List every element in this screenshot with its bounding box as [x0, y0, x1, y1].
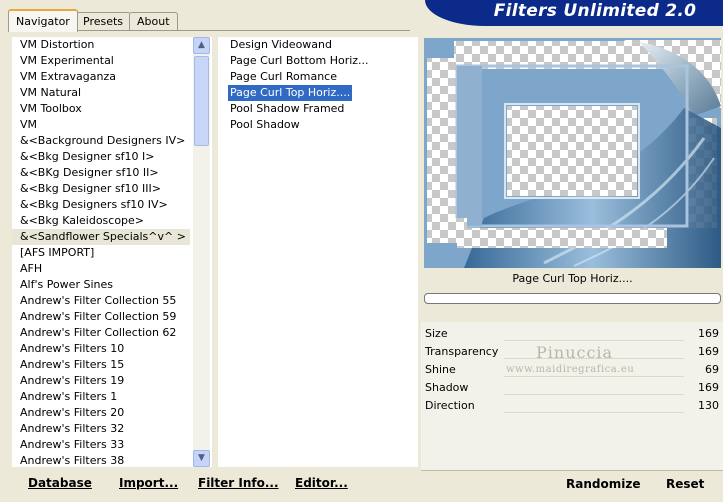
filter-info-button[interactable]: Filter Info... [198, 476, 279, 490]
parameter-value: 130 [698, 399, 719, 412]
category-item[interactable]: Andrew's Filters 15 [12, 357, 124, 373]
category-item[interactable]: Andrew's Filter Collection 59 [12, 309, 176, 325]
reset-button[interactable]: Reset [666, 477, 704, 491]
preview-image [424, 38, 721, 268]
tab-about[interactable]: About [129, 12, 178, 30]
parameter-value: 169 [698, 345, 719, 358]
scroll-down-button[interactable]: ▼ [193, 450, 210, 467]
category-item[interactable]: Alf's Power Sines [12, 277, 113, 293]
parameter-name: Direction [425, 399, 475, 412]
progress-bar [424, 293, 721, 304]
scroll-up-button[interactable]: ▲ [193, 37, 210, 54]
category-item[interactable]: AFH [12, 261, 42, 277]
watermark-site: www.maidiregrafica.eu [506, 364, 635, 375]
category-list[interactable]: VM Distortion VM Experimental VM Extravaga… [12, 37, 212, 467]
parameter-name: Shine [425, 363, 456, 376]
category-item[interactable]: &<Background Designers IV> [12, 133, 185, 149]
category-item[interactable]: [AFS IMPORT] [12, 245, 94, 261]
preview-filter-name: Page Curl Top Horiz.... [512, 272, 633, 285]
parameter-slider-size[interactable]: Size 169 [424, 326, 721, 342]
category-item[interactable]: Andrew's Filters 20 [12, 405, 124, 421]
editor-button[interactable]: Editor... [295, 476, 348, 490]
category-item[interactable]: VM Experimental [12, 53, 114, 69]
category-item[interactable]: &<Sandflower Specials^v^ > [12, 229, 190, 245]
category-item[interactable]: &<BKg Designer sf10 II> [12, 165, 159, 181]
category-item[interactable]: VM Extravaganza [12, 69, 116, 85]
filter-item[interactable]: Pool Shadow [228, 117, 302, 133]
category-item[interactable]: Andrew's Filters 38 [12, 453, 124, 467]
parameter-value: 169 [698, 381, 719, 394]
parameter-slider-shadow[interactable]: Shadow 169 [424, 380, 721, 396]
slider-track[interactable] [504, 394, 684, 395]
scrollbar-thumb[interactable] [194, 56, 209, 146]
category-item[interactable]: VM Toolbox [12, 101, 82, 117]
parameter-name: Shadow [425, 381, 469, 394]
category-item[interactable]: VM Distortion [12, 37, 94, 53]
filter-item[interactable]: Page Curl Romance [228, 69, 339, 85]
import-button[interactable]: Import... [119, 476, 178, 490]
filter-list[interactable]: Design Videowand Page Curl Bottom Horiz..… [218, 37, 418, 467]
filter-item[interactable]: Pool Shadow Framed [228, 101, 346, 117]
parameter-name: Transparency [425, 345, 499, 358]
parameter-value: 169 [698, 327, 719, 340]
watermark-name: Pinuccia [536, 343, 614, 362]
page-curl-preview-graphic [424, 38, 721, 268]
slider-track[interactable] [504, 376, 684, 377]
parameter-value: 69 [705, 363, 719, 376]
tab-navigator[interactable]: Navigator [8, 9, 78, 32]
parameter-slider-direction[interactable]: Direction 130 [424, 398, 721, 414]
tab-presets[interactable]: Presets [75, 12, 132, 30]
database-button[interactable]: Database [28, 476, 92, 490]
app-title: Filters Unlimited 2.0 [493, 1, 697, 21]
category-item[interactable]: &<Bkg Kaleidoscope> [12, 213, 144, 229]
parameter-name: Size [425, 327, 448, 340]
category-item[interactable]: Andrew's Filters 32 [12, 421, 124, 437]
category-item[interactable]: &<Bkg Designer sf10 III> [12, 181, 161, 197]
divider [421, 470, 723, 471]
category-item[interactable]: Andrew's Filters 33 [12, 437, 124, 453]
slider-track[interactable] [504, 340, 684, 341]
category-item[interactable]: Andrew's Filter Collection 55 [12, 293, 176, 309]
randomize-button[interactable]: Randomize [566, 477, 640, 491]
category-item[interactable]: Andrew's Filters 1 [12, 389, 117, 405]
filter-item[interactable]: Page Curl Bottom Horiz... [228, 53, 371, 69]
slider-track[interactable] [504, 412, 684, 413]
category-item[interactable]: Andrew's Filters 10 [12, 341, 124, 357]
category-item[interactable]: &<Bkg Designers sf10 IV> [12, 197, 168, 213]
category-item[interactable]: VM [12, 117, 37, 133]
category-item[interactable]: Andrew's Filters 19 [12, 373, 124, 389]
filter-item[interactable]: Design Videowand [228, 37, 334, 53]
category-item[interactable]: VM Natural [12, 85, 81, 101]
category-item[interactable]: Andrew's Filter Collection 62 [12, 325, 176, 341]
filter-item[interactable]: Page Curl Top Horiz.... [228, 85, 353, 101]
category-item[interactable]: &<Bkg Designer sf10 I> [12, 149, 155, 165]
